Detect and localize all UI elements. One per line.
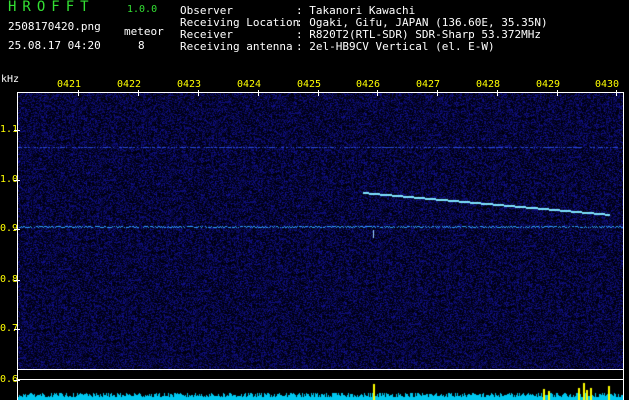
file-name: 2508170420.png: [8, 20, 101, 33]
x-tick-label: 0425: [297, 79, 322, 90]
x-tick-label: 0429: [536, 79, 561, 90]
y-tick-label: 0.8: [0, 274, 19, 285]
timestamp: 25.08.17 04:20: [8, 39, 101, 52]
app-version: 1.0.0: [127, 4, 158, 15]
x-tick-label: 0430: [595, 79, 620, 90]
x-tick-label: 0424: [237, 79, 262, 90]
antenna-value: : 2el-HB9CV Vertical (el. E-W): [296, 40, 495, 53]
meteor-label: meteor: [124, 25, 164, 38]
antenna-label: Receiving antenna: [180, 40, 293, 53]
x-tick-label: 0426: [356, 79, 381, 90]
meteor-count: 8: [138, 39, 145, 52]
x-tick-label: 0427: [416, 79, 441, 90]
x-tick-label: 0422: [117, 79, 142, 90]
y-tick-label: 0.6: [0, 374, 19, 385]
x-tick-label: 0423: [177, 79, 202, 90]
x-tick-label: 0428: [476, 79, 501, 90]
y-tick-label: 0.9: [0, 223, 19, 234]
y-tick-label: 1.1: [0, 124, 19, 135]
app-title: HROFFT: [8, 0, 95, 15]
spectrogram-canvas: [18, 92, 623, 400]
y-tick-label: 1.0: [0, 174, 19, 185]
x-tick-label: 0421: [57, 79, 82, 90]
y-tick-label: 0.7: [0, 323, 19, 334]
y-unit-label: kHz: [1, 74, 20, 85]
